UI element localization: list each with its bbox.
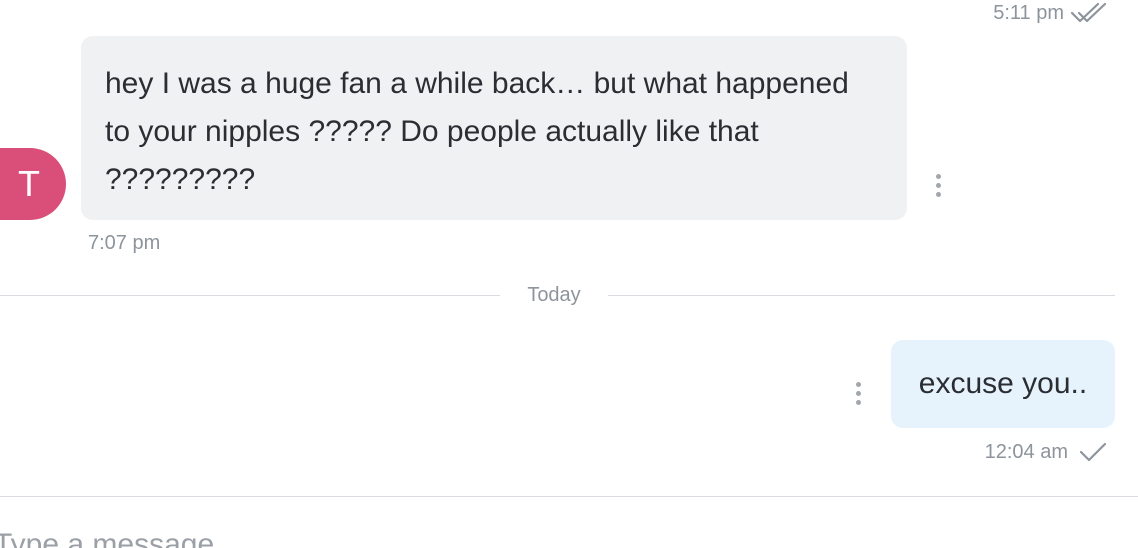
message-options-icon[interactable] <box>936 174 942 197</box>
message-timestamp: 7:07 pm <box>88 232 161 254</box>
outgoing-message-bubble[interactable]: excuse you.. <box>891 340 1115 428</box>
message-text-line: hey I was a huge fan a while back… but w… <box>105 67 849 100</box>
avatar-initial: T <box>18 163 40 204</box>
double-check-icon <box>1070 2 1107 23</box>
date-divider-label: Today <box>527 284 581 306</box>
message-text-line: to your nipples ????? Do people actually… <box>105 115 759 148</box>
message-meta: 5:11 pm <box>993 0 1110 26</box>
message-text: excuse you.. <box>918 367 1088 400</box>
date-divider: Today <box>0 282 1115 308</box>
message-options-icon[interactable] <box>856 382 862 405</box>
message-timestamp: 12:04 am <box>984 440 1068 463</box>
message-input[interactable] <box>0 523 1094 548</box>
divider-line <box>0 295 500 296</box>
avatar[interactable]: T <box>0 148 66 220</box>
message-meta: 12:04 am <box>985 438 1108 466</box>
incoming-message-bubble[interactable]: hey I was a huge fan a while back… but w… <box>81 36 907 220</box>
message-composer <box>0 497 1138 548</box>
chat-thread: 5:11 pm T hey I was a huge fan a while b… <box>0 0 1138 548</box>
divider-line <box>608 295 1115 296</box>
single-check-icon <box>1079 442 1107 462</box>
message-timestamp: 5:11 pm <box>993 1 1064 24</box>
message-text-line: ????????? <box>105 163 256 196</box>
